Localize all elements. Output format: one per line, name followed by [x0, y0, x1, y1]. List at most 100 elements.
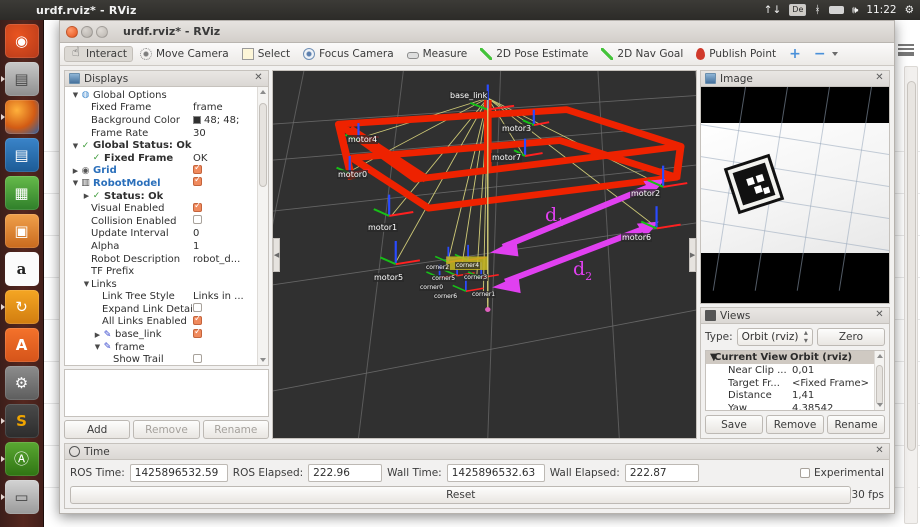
tool-move-camera[interactable]: Move Camera	[134, 46, 235, 62]
rename-view-button[interactable]: Rename	[827, 415, 885, 434]
launcher-item-libreoffice-calc[interactable]: ▦	[4, 176, 39, 210]
remove-view-button[interactable]: Remove	[766, 415, 824, 434]
displays-tree-row[interactable]: Alpha 1	[65, 240, 257, 253]
battery-icon[interactable]	[828, 6, 844, 14]
view-property-row[interactable]: Distance 1,41	[706, 390, 874, 403]
tool-2d-nav-goal[interactable]: 2D Nav Goal	[595, 46, 689, 62]
displays-tree-row[interactable]: ▼ ✓ Global Status: Ok	[65, 139, 257, 152]
scroll-up-icon[interactable]	[877, 354, 883, 358]
displays-tree-row[interactable]: ▶ ✎ base_link	[65, 327, 257, 341]
displays-checkbox-unchecked[interactable]	[193, 215, 202, 227]
displays-tree-row[interactable]: Collision Enabled	[65, 215, 257, 228]
view-property-row[interactable]: Yaw 4,38542	[706, 402, 874, 410]
keyboard-layout-indicator[interactable]: De	[789, 4, 807, 16]
tool-remove[interactable]: −	[808, 47, 844, 61]
expand-arrow-open-icon[interactable]: ▼	[82, 280, 91, 288]
zero-view-button[interactable]: Zero	[816, 328, 885, 346]
launcher-item-terminal[interactable]: ▭	[0, 480, 39, 514]
camera-image-view[interactable]	[700, 87, 890, 304]
scrollbar-thumb[interactable]	[876, 365, 883, 405]
window-maximize-button[interactable]	[96, 25, 108, 38]
displays-tree-row[interactable]: Fixed Frame frame	[65, 102, 257, 115]
displays-tree-row[interactable]: ✓ Fixed Frame OK	[65, 152, 257, 165]
tool-2d-pose-estimate[interactable]: 2D Pose Estimate	[474, 46, 594, 62]
displays-tree-row[interactable]: TF Prefix	[65, 265, 257, 278]
launcher-item-sublime[interactable]: S	[0, 404, 39, 438]
launcher-item-software-updater[interactable]: ↻	[0, 290, 39, 324]
tool-add[interactable]: +	[783, 47, 807, 61]
displays-scrollbar[interactable]	[257, 87, 268, 365]
view-type-select[interactable]: Orbit (rviz) ▴ ▾	[736, 328, 813, 346]
tool-focus-camera[interactable]: Focus Camera	[297, 46, 400, 62]
launcher-item-android-studio[interactable]: Ⓐ	[0, 442, 39, 476]
displays-checkbox-unchecked[interactable]	[193, 353, 202, 365]
displays-tree-row[interactable]: Background Color 48; 48;	[65, 114, 257, 127]
scroll-down-icon[interactable]	[877, 403, 883, 407]
expand-arrow-closed-icon[interactable]: ▶	[71, 167, 80, 175]
view-properties-scrollbar[interactable]	[874, 351, 884, 410]
tool-select[interactable]: Select	[236, 46, 296, 62]
launcher-item-amazon[interactable]: a	[4, 252, 39, 286]
launcher-item-ubuntu-dash[interactable]: ◉	[4, 24, 39, 58]
displays-tree-row[interactable]: Frame Rate 30	[65, 127, 257, 140]
displays-tree-row[interactable]: Show Trail	[65, 353, 257, 365]
displays-tree-row[interactable]: ▼ Links	[65, 278, 257, 291]
displays-tree-row[interactable]: Link Tree Style Links in ...	[65, 291, 257, 304]
close-icon[interactable]: ✕	[874, 446, 885, 457]
gear-icon[interactable]: ⚙	[905, 4, 914, 16]
experimental-toggle[interactable]: Experimental	[799, 467, 884, 479]
close-icon[interactable]: ✕	[253, 73, 264, 84]
window-minimize-button[interactable]	[81, 25, 93, 38]
remove-display-button[interactable]: Remove	[133, 420, 200, 439]
expand-arrow-open-icon[interactable]: ▼	[71, 91, 80, 99]
tool-interact[interactable]: Interact	[64, 46, 133, 62]
close-icon[interactable]: ✕	[874, 73, 885, 84]
reset-button[interactable]: Reset	[70, 486, 852, 504]
background-scrollbar[interactable]	[904, 66, 918, 524]
expand-arrow-open-icon[interactable]: ▼	[71, 142, 80, 150]
expand-arrow-closed-icon[interactable]: ▶	[93, 331, 102, 339]
expand-arrow-closed-icon[interactable]: ▶	[82, 192, 91, 200]
3d-render-view[interactable]: base_link motor4 motor3 motor0 motor7 motor2 m…	[272, 70, 697, 439]
save-view-button[interactable]: Save	[705, 415, 763, 434]
displays-tree-row[interactable]: ▶ ◉ Grid	[65, 163, 257, 178]
network-icon[interactable]: ↑↓	[764, 4, 782, 16]
displays-tree-row[interactable]: All Links Enabled	[65, 314, 257, 329]
scroll-down-icon[interactable]	[260, 358, 266, 362]
volume-icon[interactable]: 🕪	[852, 4, 859, 17]
launcher-item-firefox[interactable]	[0, 100, 39, 134]
experimental-checkbox[interactable]	[799, 468, 810, 478]
displays-tree-row[interactable]: Expand Link Details	[65, 303, 257, 316]
displays-checkbox-checked[interactable]	[193, 201, 202, 215]
browser-menu-icon[interactable]	[898, 44, 914, 56]
launcher-item-software-center[interactable]: A	[4, 328, 39, 362]
close-icon[interactable]: ✕	[874, 310, 885, 321]
displays-checkbox-checked[interactable]	[193, 175, 202, 189]
bluetooth-icon[interactable]: ᚼ	[814, 4, 820, 16]
launcher-item-libreoffice-impress[interactable]: ▣	[4, 214, 39, 248]
scrollbar-thumb[interactable]	[259, 103, 267, 187]
expand-arrow-open-icon[interactable]: ▼	[93, 343, 102, 351]
tool-publish-point[interactable]: Publish Point	[690, 46, 782, 62]
launcher-item-system-settings[interactable]: ⚙	[4, 366, 39, 400]
displays-tree-row[interactable]: ▼ ▥ RobotModel	[65, 175, 257, 190]
ros-elapsed-input[interactable]: 222.96	[308, 464, 383, 482]
wall-time-input[interactable]: 1425896532.63	[446, 464, 545, 482]
ros-time-input[interactable]: 1425896532.59	[129, 464, 228, 482]
launcher-item-libreoffice-writer[interactable]: ▤	[4, 138, 39, 172]
right-collapse-handle[interactable]: ▶	[689, 237, 696, 272]
rviz-titlebar[interactable]: urdf.rviz* - RViz	[60, 21, 894, 43]
displays-tree-row[interactable]: Update Interval 0	[65, 228, 257, 241]
launcher-item-files[interactable]: ▤	[0, 62, 39, 96]
view-property-row[interactable]: Target Fr... <Fixed Frame>	[706, 377, 874, 390]
view-property-row[interactable]: Near Clip ... 0,01	[706, 364, 874, 377]
displays-checkbox-checked[interactable]	[193, 327, 202, 341]
window-close-button[interactable]	[66, 25, 78, 38]
tool-measure[interactable]: Measure	[401, 46, 474, 62]
rename-display-button[interactable]: Rename	[202, 420, 269, 439]
wall-elapsed-input[interactable]: 222.87	[624, 464, 699, 482]
displays-tree-row[interactable]: ▼ ◍ Global Options	[65, 89, 257, 102]
displays-tree-row[interactable]: ▼ ✎ frame	[65, 341, 257, 354]
displays-tree[interactable]: ▼ ◍ Global Options Fixed Frame frame Backgrou…	[65, 87, 257, 365]
displays-tree-row[interactable]: Robot Description robot_d...	[65, 253, 257, 266]
